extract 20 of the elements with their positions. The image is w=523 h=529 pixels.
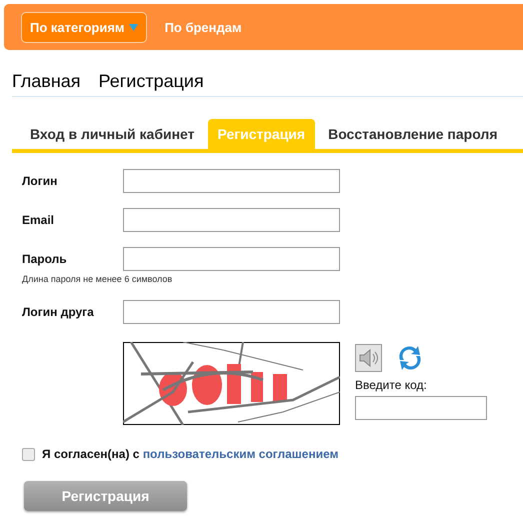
field-label: Логин друга (22, 305, 95, 319)
agreement-checkbox[interactable] (22, 448, 35, 460)
caret-icon (128, 24, 138, 30)
input-field[interactable] (123, 169, 340, 193)
input-field[interactable] (123, 300, 340, 324)
breadcrumb-item[interactable]: Главная (12, 71, 81, 92)
field-label: Логин (22, 174, 58, 188)
speaker-icon[interactable] (355, 344, 382, 372)
tab[interactable]: Восстановление пароля (318, 119, 508, 149)
code-input-field[interactable] (355, 396, 487, 420)
input-field[interactable] (123, 247, 340, 271)
field-label: Email (22, 213, 56, 227)
field-hint: Длина пароля не менее 6 символов (22, 274, 174, 284)
tab[interactable]: Вход в личный кабинет (12, 119, 204, 149)
field-label: Пароль (22, 252, 68, 266)
user-agreement-link[interactable]: пользовательским соглашением (142, 447, 338, 461)
agreement-text: Я согласен(на) с пользовательским соглашением (42, 447, 338, 461)
code-label: Введите код: (355, 378, 428, 392)
breadcrumb-item[interactable]: Регистрация (98, 71, 204, 92)
input-field[interactable] (123, 208, 340, 232)
